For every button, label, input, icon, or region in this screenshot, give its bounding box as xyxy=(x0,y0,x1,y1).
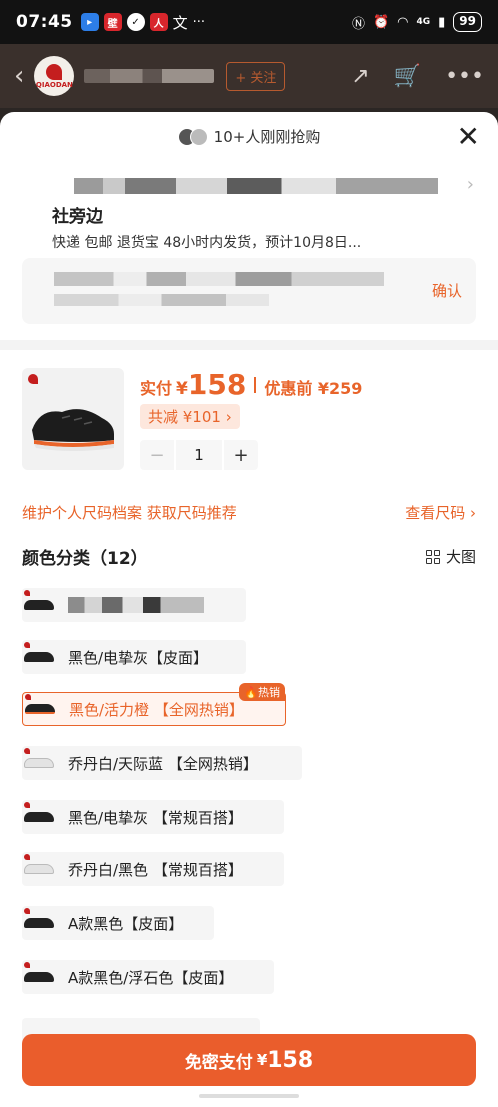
option-label: 乔丹白/黑色 【常规百搭】 xyxy=(68,860,243,879)
app-notification-icon: ▸ xyxy=(80,13,99,31)
share-icon[interactable]: ↗ xyxy=(351,64,369,89)
color-option[interactable]: 黑色/电挚灰 【常规百搭】 xyxy=(22,800,284,834)
home-indicator[interactable] xyxy=(199,1094,299,1098)
option-label: 黑色/电挚灰【皮面】 xyxy=(68,648,209,667)
verification-text-blurred xyxy=(54,272,384,286)
price-value: 158 xyxy=(187,368,247,401)
more-icon[interactable]: ••• xyxy=(445,64,484,89)
size-row: 维护个人尺码档案 获取尺码推荐 查看尺码 › xyxy=(22,502,476,523)
rush-banner: 10+人刚刚抢购 xyxy=(0,126,498,147)
price-label: 实付 xyxy=(140,379,173,398)
quantity-value[interactable]: 1 xyxy=(176,440,222,470)
cart-icon[interactable]: 🛒 xyxy=(394,64,421,89)
color-header: 颜色分类（12） 大图 xyxy=(22,544,476,569)
shoe-thumbnail-icon xyxy=(22,800,56,834)
price-separator xyxy=(254,376,257,393)
decrease-button[interactable]: − xyxy=(140,440,174,470)
buyer-avatars-icon xyxy=(177,127,208,146)
shield-icon: ✓ xyxy=(126,13,145,31)
discount-badge[interactable]: 共减 ¥101 › xyxy=(140,404,240,429)
option-label: 黑色/活力橙 【全网热销】 xyxy=(69,700,244,719)
status-right: Ⓝ ⏰ ◠ 4G ▮ 99 xyxy=(352,12,482,32)
option-label-blurred xyxy=(68,597,204,613)
pay-button[interactable]: 免密支付 ¥ 158 xyxy=(22,1034,476,1086)
pay-currency: ¥ xyxy=(256,1051,268,1069)
follow-button[interactable]: + 关注 xyxy=(226,61,286,91)
color-option[interactable]: A款黑色/浮石色【皮面】 xyxy=(22,960,274,994)
verification-text-blurred xyxy=(54,294,269,306)
translate-icon: 文 xyxy=(172,13,188,32)
logo-text: QIAODAN xyxy=(35,80,73,89)
option-label: A款黑色【皮面】 xyxy=(68,914,184,933)
store-header: ‹ QIAODAN + 关注 ↗ 🛒 ••• xyxy=(0,44,498,108)
status-time: 07:45 xyxy=(16,12,73,32)
confirm-button[interactable]: 确认 xyxy=(432,280,462,301)
color-option[interactable]: 乔丹白/天际蓝 【全网热销】 xyxy=(22,746,302,780)
color-option-selected[interactable]: 黑色/活力橙 【全网热销】 🔥热销 xyxy=(22,683,286,726)
chevron-right-icon[interactable]: › xyxy=(467,174,474,195)
battery-icon: 99 xyxy=(453,12,482,32)
shoe-thumbnail-icon xyxy=(22,960,56,994)
nfc-icon: Ⓝ xyxy=(351,16,365,32)
shoe-thumbnail-icon xyxy=(22,852,56,886)
grid-icon xyxy=(425,549,440,564)
app-notification-icon: 人 xyxy=(149,13,168,31)
big-view-toggle[interactable]: 大图 xyxy=(425,546,476,567)
size-profile-link[interactable]: 维护个人尺码档案 获取尺码推荐 xyxy=(22,502,237,523)
shoe-thumbnail-icon xyxy=(22,588,56,622)
store-name-blurred xyxy=(84,69,215,83)
color-option[interactable]: A款黑色【皮面】 xyxy=(22,906,214,940)
shoe-thumbnail-icon xyxy=(22,640,56,674)
shoe-thumbnail-icon xyxy=(23,692,57,726)
color-option[interactable]: 黑色/电挚灰【皮面】 xyxy=(22,640,246,674)
increase-button[interactable]: + xyxy=(224,440,258,470)
product-image[interactable] xyxy=(22,368,124,470)
hot-sale-label: 热销 xyxy=(258,686,280,699)
signal-icon: ▮ xyxy=(438,14,446,30)
verification-box: 确认 xyxy=(22,258,476,324)
notification-icons: ▸ 壁 ✓ 人 文 ··· xyxy=(80,12,206,33)
shipping-info: 快递 包邮 退货宝 48小时内发货，预计10月8日... xyxy=(52,235,362,251)
brand-logo-icon xyxy=(46,63,63,80)
color-title: 颜色分类（12） xyxy=(22,549,148,569)
section-divider xyxy=(0,340,498,350)
address-name: 社旁边 xyxy=(52,207,103,227)
quantity-stepper: − 1 + xyxy=(140,440,258,470)
network-label: 4G xyxy=(416,17,431,27)
rush-text: 10+人刚刚抢购 xyxy=(213,128,321,146)
color-option[interactable]: 乔丹白/黑色 【常规百搭】 xyxy=(22,852,284,886)
option-label: 黑色/电挚灰 【常规百搭】 xyxy=(68,808,243,827)
app-notification-icon: 壁 xyxy=(103,13,122,31)
price-currency: ¥ xyxy=(176,379,188,399)
close-icon[interactable]: ✕ xyxy=(457,120,480,153)
shoe-thumbnail-icon xyxy=(22,906,56,940)
chevron-left-icon[interactable]: ‹ xyxy=(14,61,24,91)
hot-sale-badge: 🔥热销 xyxy=(239,683,285,701)
store-avatar[interactable]: QIAODAN xyxy=(34,56,75,96)
status-bar: 07:45 ▸ 壁 ✓ 人 文 ··· Ⓝ ⏰ ◠ 4G ▮ 99 xyxy=(0,0,498,44)
brand-logo-icon xyxy=(28,374,38,384)
address-blurred[interactable] xyxy=(74,178,438,194)
pay-label: 免密支付 xyxy=(184,1052,253,1073)
purchase-sheet: 10+人刚刚抢购 ✕ › 社旁边 快递 包邮 退货宝 48小时内发货，预计10月… xyxy=(0,112,498,1107)
price-row: 实付 ¥ 158 优惠前 ¥259 xyxy=(140,368,362,401)
option-label: 乔丹白/天际蓝 【全网热销】 xyxy=(68,754,258,773)
wifi-icon: ◠ xyxy=(397,14,409,30)
shoe-thumbnail-icon xyxy=(22,746,56,780)
big-view-label: 大图 xyxy=(445,548,476,566)
option-label: A款黑色/浮石色【皮面】 xyxy=(68,968,234,987)
original-price: 优惠前 ¥259 xyxy=(264,379,363,398)
more-notifications-icon: ··· xyxy=(192,14,206,30)
pay-amount: 158 xyxy=(267,1047,314,1073)
alarm-icon: ⏰ xyxy=(372,14,390,30)
color-option[interactable] xyxy=(22,588,246,622)
size-chart-link[interactable]: 查看尺码 › xyxy=(405,502,476,523)
